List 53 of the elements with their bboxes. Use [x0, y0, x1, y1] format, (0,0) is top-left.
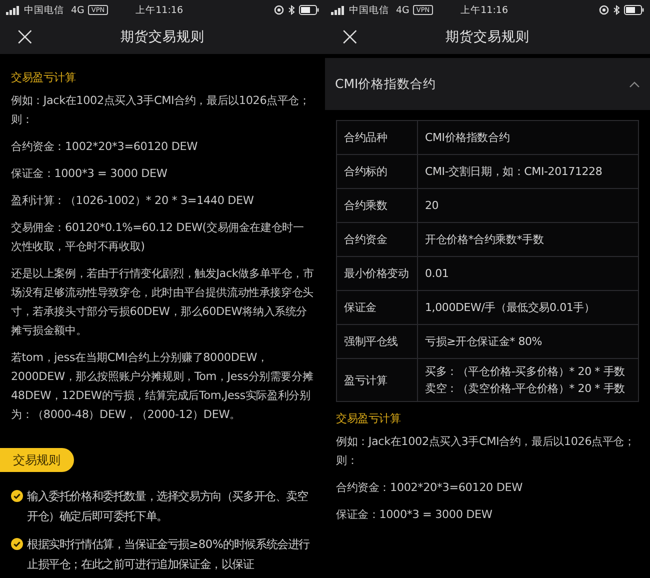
rotation-lock-icon — [274, 5, 284, 15]
paragraph: 保证金：1000*3 = 3000 DEW — [336, 507, 494, 523]
page-title: 期货交易规则 — [120, 28, 204, 46]
carrier-name: 中国电信 — [24, 4, 64, 18]
close-button[interactable]: × — [14, 24, 32, 50]
battery-icon — [299, 5, 319, 15]
carrier-name: 中国电信 — [349, 4, 389, 18]
bluetooth-icon — [613, 5, 620, 15]
paragraph: 盈利计算：（1026-1002）* 20 * 3=1440 DEW — [11, 193, 255, 209]
section-tag: 交易规则 — [0, 448, 74, 472]
table-cell: 合约标的 — [337, 155, 417, 188]
network-type: 4G — [396, 4, 410, 18]
table-cell: CMI-交割日期，如：CMI-20171228 — [418, 155, 638, 188]
table-cell: 1,000DEW/手（最低交易0.01手） — [418, 291, 638, 324]
table-cell: 最小价格变动 — [337, 257, 417, 290]
paragraph: 例如：Jack在1002点买入3手CMI合约，最后以1026点平仓；则： — [336, 434, 636, 469]
table-cell: 亏损≥开仓保证金* 80% — [418, 325, 638, 358]
signal-icon — [6, 6, 20, 14]
paragraph: 还是以上案例，若由于行情变化剧烈，触发Jack做多单平仓，市场没有足够流动性导致穿仓，此时由平台提供流动性承接穿仓头寸，若承接头寸部分亏损60DEW，那么60DEW将纳入系统分摊亏损金额中。 — [11, 266, 314, 339]
paragraph: 交易佣金：60120*0.1%=60.12 DEW(交易佣金在建仓时一次性收取，平仓时不再收取) — [11, 220, 305, 255]
paragraph: 合约资金：1002*20*3=60120 DEW — [11, 139, 198, 155]
table-cell: 保证金 — [337, 291, 417, 324]
rule-text: 根据实时行情估算，当保证金亏损≥80%的时候系统会进行止损平仓；在此之前可进行追加保证金，以保证 — [27, 536, 311, 573]
rule-text: 输入委托价格和委托数量，选择交易方向（买多开仓、卖空开仓）确定后即可委托下单。 — [27, 488, 309, 525]
battery-icon — [624, 5, 644, 15]
table-cell: 20 — [418, 189, 638, 222]
table-cell: 0.01 — [418, 257, 638, 290]
table-cell: 盈亏计算 — [337, 359, 417, 401]
paragraph: 若tom，jess在当期CMI合约上分别赚了8000DEW，2000DEW，那么按照账户分摊规则，Tom，Jess分别需要分摊48DEW，12DEW的亏损，结算完成后Tom,Jess实际盈利分别为：（8000-48）DEW，（2000-12）DEW。 — [11, 350, 314, 423]
status-time: 上午11:16 — [460, 4, 508, 18]
table-cell: 合约品种 — [337, 121, 417, 154]
page-title: 期货交易规则 — [446, 28, 530, 46]
table-cell: 合约资金 — [337, 223, 417, 256]
paragraph: 保证金：1000*3 = 3000 DEW — [11, 166, 168, 182]
accordion-header[interactable]: CMI价格指数合约 — [325, 58, 650, 110]
status-time: 上午11:16 — [136, 4, 184, 18]
paragraph: 例如：Jack在1002点买入3手CMI合约，最后以1026点平仓；则： — [11, 93, 311, 128]
table-cell: 合约乘数 — [337, 189, 417, 222]
table-cell: 开仓价格*合约乘数*手数 — [418, 223, 638, 256]
signal-icon — [331, 6, 345, 14]
table-cell: 强制平仓线 — [337, 325, 417, 358]
table-cell: CMI价格指数合约 — [418, 121, 638, 154]
section-heading: 交易盈亏计算 — [336, 411, 402, 427]
section-heading: 交易盈亏计算 — [11, 70, 77, 86]
network-type: 4G — [71, 4, 84, 18]
rotation-lock-icon — [599, 5, 609, 15]
table-cell: 买多：（平仓价格-买多价格）* 20 * 手数 卖空：（卖空价格-平仓价格）* 20 * 手数 — [418, 359, 638, 401]
close-button[interactable]: × — [339, 24, 357, 50]
check-icon — [11, 490, 23, 502]
bluetooth-icon — [288, 5, 295, 15]
paragraph: 合约资金：1002*20*3=60120 DEW — [336, 480, 524, 496]
check-icon — [11, 538, 23, 550]
accordion-title: CMI价格指数合约 — [335, 76, 436, 92]
